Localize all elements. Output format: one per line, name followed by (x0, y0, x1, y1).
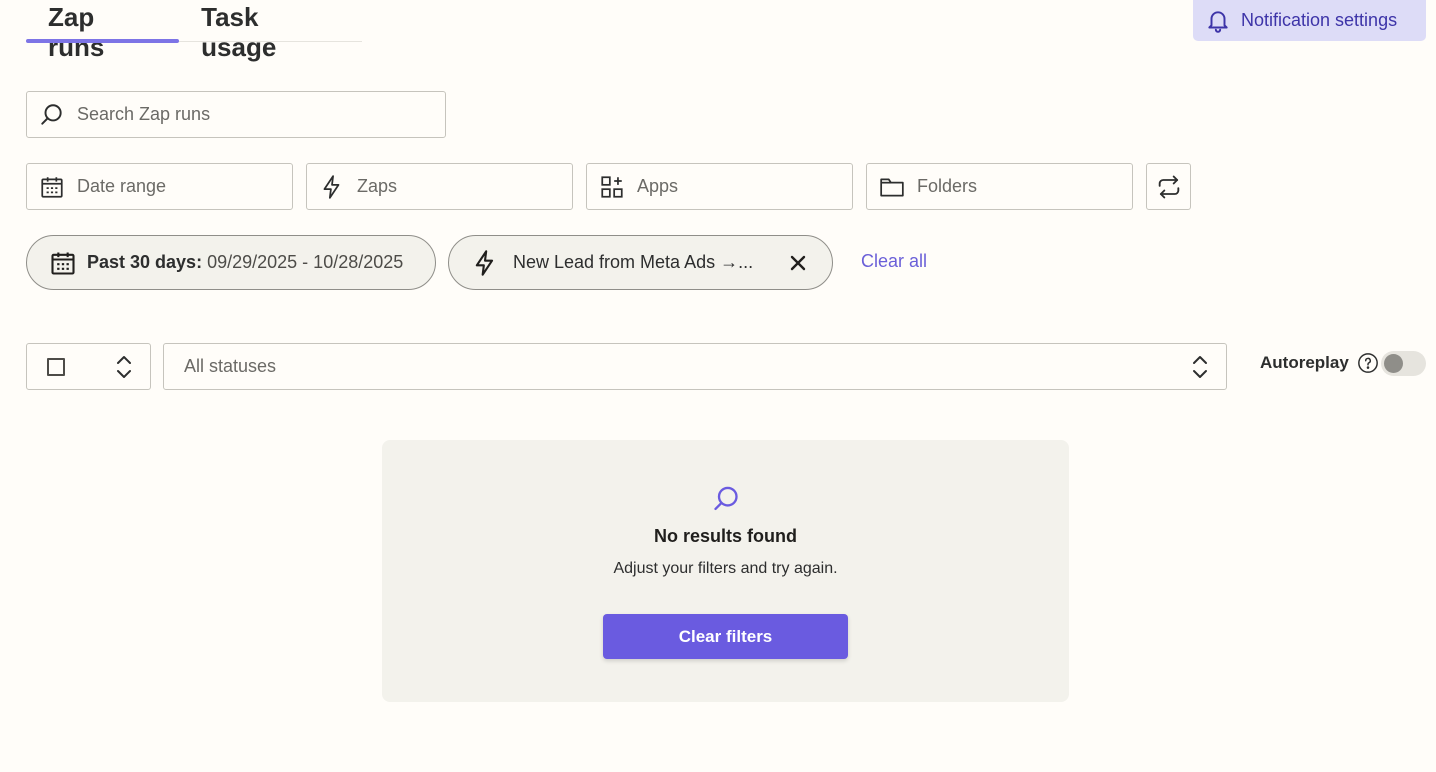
date-range-filter[interactable]: Date range (26, 163, 293, 210)
tab-bar: Zap runs Task usage (26, 0, 362, 62)
empty-state-panel: No results found Adjust your filters and… (382, 440, 1069, 702)
refresh-button[interactable] (1146, 163, 1191, 210)
apps-filter[interactable]: Apps (586, 163, 853, 210)
tab-zap-runs[interactable]: Zap runs (26, 0, 180, 62)
search-input[interactable] (75, 103, 415, 126)
date-chip-text: Past 30 days: 09/29/2025 - 10/28/2025 (87, 252, 403, 273)
tab-task-usage[interactable]: Task usage (179, 0, 362, 62)
folders-label: Folders (917, 176, 978, 196)
zap-runs-page: Zap runs Task usage Notification setting… (0, 0, 1436, 772)
status-filter-select[interactable]: All statuses (163, 343, 1227, 390)
search-icon (714, 486, 738, 511)
notification-settings-label: Notification settings (1241, 10, 1398, 30)
calendar-icon (41, 176, 63, 198)
bell-icon (1208, 10, 1228, 33)
chevron-updown-icon (1193, 355, 1207, 378)
search-box[interactable] (26, 91, 446, 138)
autoreplay-toggle[interactable] (1381, 351, 1426, 376)
select-all-checkbox[interactable] (47, 357, 65, 376)
zaps-filter[interactable]: Zaps (306, 163, 573, 210)
calendar-icon (51, 252, 75, 275)
date-chip-label: Past 30 days: (87, 252, 203, 272)
status-value: All statuses (184, 356, 277, 376)
notification-settings-button[interactable]: Notification settings (1193, 0, 1426, 41)
zap-chip-label: New Lead from Meta Ads →... (513, 252, 754, 272)
search-icon (41, 103, 62, 125)
close-icon[interactable] (786, 251, 810, 275)
clear-filters-button[interactable]: Clear filters (603, 614, 848, 659)
date-range-label: Date range (77, 176, 167, 196)
zaps-label: Zaps (357, 176, 398, 196)
lightning-icon (323, 174, 340, 199)
clear-all-link[interactable]: Clear all (861, 251, 927, 272)
autoreplay-label: Autoreplay (1260, 353, 1349, 372)
empty-state-title: No results found (654, 526, 797, 546)
refresh-icon (1158, 175, 1179, 198)
date-chip-value: 09/29/2025 - 10/28/2025 (207, 252, 404, 272)
date-filter-chip[interactable]: Past 30 days: 09/29/2025 - 10/28/2025 (26, 235, 436, 290)
bulk-select-dropdown[interactable] (26, 343, 151, 390)
empty-state-description: Adjust your filters and try again. (613, 560, 838, 577)
autoreplay-control: Autoreplay (1260, 352, 1379, 374)
folder-icon (880, 178, 904, 197)
zap-filter-chip[interactable]: New Lead from Meta Ads →... (448, 235, 833, 290)
apps-icon (601, 175, 623, 198)
apps-label: Apps (637, 176, 679, 196)
help-icon[interactable] (1357, 352, 1379, 374)
chevron-updown-icon (117, 355, 131, 378)
folders-filter[interactable]: Folders (866, 163, 1133, 210)
lightning-icon (475, 249, 494, 276)
